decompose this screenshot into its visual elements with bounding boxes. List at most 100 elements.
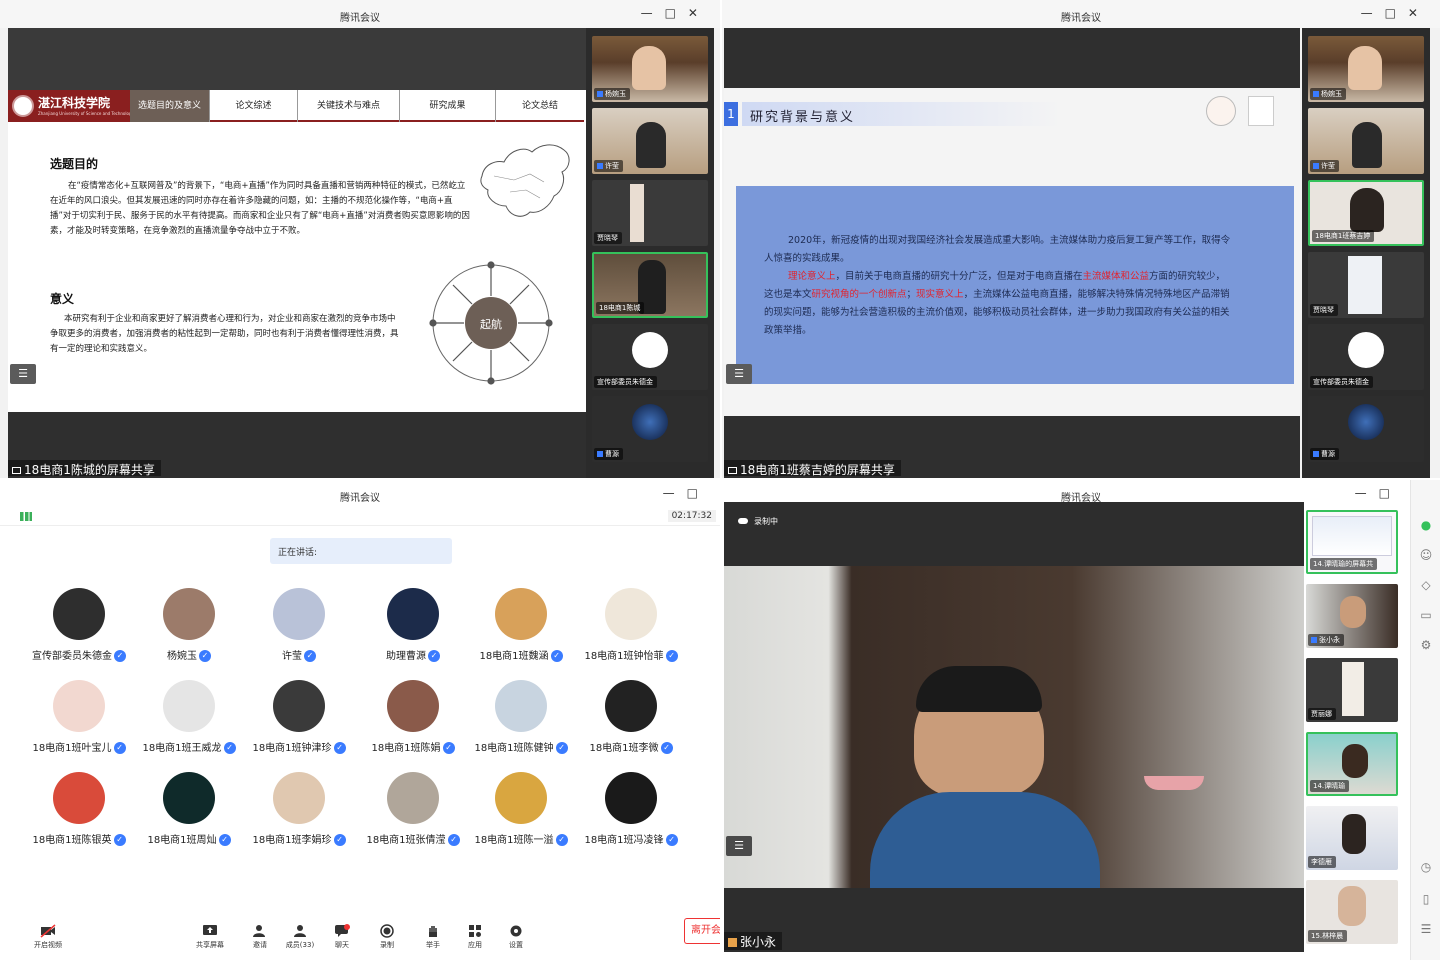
folder-icon[interactable]: ▭ <box>1418 608 1434 624</box>
window-title: 腾讯会议 <box>340 13 380 24</box>
verified-icon: ✓ <box>555 834 568 846</box>
video-thumb[interactable]: 18电商1陈城 <box>592 252 708 318</box>
mic-icon <box>597 163 603 169</box>
meeting-window-2: 腾讯会议 —□✕ 1 研究背景与意义 2020年，新冠疫情的出现对我国经济社会发… <box>722 0 1440 478</box>
video-thumb[interactable]: 曹源 <box>1308 396 1424 462</box>
participant-avatar[interactable] <box>605 588 657 640</box>
participant-avatar[interactable] <box>53 588 105 640</box>
video-thumb[interactable]: 14.谭晴瑜的屏幕共 <box>1306 510 1398 574</box>
members-button[interactable]: 成员(33) <box>280 924 320 950</box>
menu-button[interactable]: ☰ <box>726 836 752 856</box>
toggle-video-button[interactable]: 开启视频 <box>28 924 68 950</box>
participant-avatar[interactable] <box>387 588 439 640</box>
participant-avatar[interactable] <box>495 680 547 732</box>
record-button[interactable]: 录制 <box>367 924 407 950</box>
video-thumb[interactable]: 贾晓琴 <box>1308 252 1424 318</box>
participant-name: 助理曹源 ✓ <box>358 647 468 662</box>
video-thumb[interactable]: 贾晓琴 <box>592 180 708 246</box>
clock-icon[interactable]: ◷ <box>1418 860 1434 876</box>
verified-icon: ✓ <box>333 742 346 754</box>
video-thumb[interactable]: 张小永 <box>1306 584 1398 648</box>
video-thumb[interactable]: 14.谭晴瑜 <box>1306 732 1398 796</box>
speaker-label-bar: 张小永 <box>724 932 783 950</box>
slide-menu-button[interactable]: ☰ <box>726 364 752 384</box>
members-icon[interactable]: ☺ <box>1418 548 1434 564</box>
participant-avatar[interactable] <box>495 588 547 640</box>
video-thumb[interactable]: 15.林梓晨 <box>1306 880 1398 944</box>
cube-icon[interactable]: ◇ <box>1418 578 1434 594</box>
participant-avatar[interactable] <box>495 772 547 824</box>
video-thumb[interactable]: 贾丽娜 <box>1306 658 1398 722</box>
apps-button[interactable]: 应用 <box>455 924 495 950</box>
participant-avatar[interactable] <box>163 588 215 640</box>
leave-meeting-button[interactable]: 离开会 <box>684 918 720 944</box>
participant-avatar[interactable] <box>53 772 105 824</box>
participant-avatar[interactable] <box>53 680 105 732</box>
section2-text: 本研究有利于企业和商家更好了解消费者心理和行为，对企业和商家在激烈的竞争市场中争… <box>50 314 399 354</box>
video-thumb[interactable]: 宣传部委员朱德金 <box>592 324 708 390</box>
phone-icon[interactable]: ▯ <box>1418 892 1434 908</box>
participant-avatar[interactable] <box>605 680 657 732</box>
participant-name: 18电商1班钟津珍 ✓ <box>244 739 354 754</box>
gear-icon <box>510 925 522 937</box>
participant-avatar[interactable] <box>273 680 325 732</box>
mic-icon <box>1313 163 1319 169</box>
video-thumbs: 14.谭晴瑜的屏幕共 张小永 贾丽娜 14.谭晴瑜 李德雁 15.林梓晨 <box>1306 502 1406 952</box>
invite-button[interactable]: 邀请 <box>240 924 280 950</box>
share-stage: 1 研究背景与意义 2020年，新冠疫情的出现对我国经济社会发展造成重大影响。主… <box>724 28 1300 478</box>
participant-avatar[interactable] <box>387 680 439 732</box>
video-thumb[interactable]: 宣传部委员朱德金 <box>1308 324 1424 390</box>
slide-tab-2: 论文综述 <box>210 90 298 122</box>
chat-icon[interactable]: ● <box>1418 518 1434 534</box>
participant-name: 18电商1班陈娟 ✓ <box>358 739 468 754</box>
thumb-name: 18电商1陈城 <box>596 302 645 314</box>
window-controls[interactable]: —□✕ <box>641 6 710 20</box>
share-label: 18电商1陈城的屏幕共享 <box>24 463 155 477</box>
window-controls[interactable]: —□ <box>1355 486 1402 500</box>
participant-avatar[interactable] <box>163 680 215 732</box>
slide-tab-3: 关键技术与难点 <box>298 90 400 122</box>
mic-icon <box>597 451 603 457</box>
settings-button[interactable]: 设置 <box>496 924 536 950</box>
list-icon[interactable]: ☰ <box>1418 922 1434 938</box>
window-controls[interactable]: —□✕ <box>1361 6 1430 20</box>
slide-menu-button[interactable]: ☰ <box>10 364 36 384</box>
raise-hand-button[interactable]: 举手 <box>413 924 453 950</box>
video-thumb[interactable]: 18电商1班蔡吉婷 <box>1308 180 1424 246</box>
window-controls[interactable]: —□ <box>663 486 710 500</box>
video-thumb[interactable]: 许莹 <box>1308 108 1424 174</box>
verified-icon: ✓ <box>550 650 563 662</box>
participant-avatar[interactable] <box>387 772 439 824</box>
participant-avatar[interactable] <box>273 772 325 824</box>
section1-title: 选题目的 <box>50 157 99 171</box>
share-screen-button[interactable]: 共享屏幕 <box>190 924 230 950</box>
verified-icon: ✓ <box>113 742 126 754</box>
participant-name: 18电商1班王威龙 ✓ <box>134 739 244 754</box>
slide-nav: 湛江科技学院 Zhanjiang University of Science a… <box>8 90 584 122</box>
signal-icon <box>20 512 32 521</box>
video-thumb[interactable]: 曹源 <box>592 396 708 462</box>
video-thumb[interactable]: 李德雁 <box>1306 806 1398 870</box>
window-titlebar: 腾讯会议 —□✕ <box>722 0 1440 28</box>
video-thumb[interactable]: 杨婉玉 <box>1308 36 1424 102</box>
thumb-name: 曹源 <box>594 448 623 460</box>
thumb-name: 贾丽娜 <box>1308 708 1336 720</box>
chat-button[interactable]: 聊天 <box>322 924 362 950</box>
school-seal-icon <box>12 95 34 117</box>
participant-avatar[interactable] <box>273 588 325 640</box>
verified-icon: ✓ <box>304 650 316 662</box>
members-icon <box>294 925 306 937</box>
video-thumbs: 杨婉玉 许莹 18电商1班蔡吉婷 贾晓琴 宣传部委员朱德金 曹源 <box>1302 28 1430 478</box>
participant-name: 杨婉玉 ✓ <box>134 647 244 662</box>
thumb-name: 许莹 <box>594 160 623 172</box>
diagram-center-label: 起航 <box>480 318 502 331</box>
video-thumb[interactable]: 许莹 <box>592 108 708 174</box>
video-thumb[interactable]: 杨婉玉 <box>592 36 708 102</box>
verified-icon: ✓ <box>442 742 455 754</box>
verified-icon: ✓ <box>660 742 673 754</box>
thumb-name: 李德雁 <box>1308 856 1336 868</box>
window-titlebar: 腾讯会议 —□✕ <box>0 0 720 28</box>
participant-avatar[interactable] <box>163 772 215 824</box>
gear-icon[interactable]: ⚙ <box>1418 638 1434 654</box>
participant-avatar[interactable] <box>605 772 657 824</box>
